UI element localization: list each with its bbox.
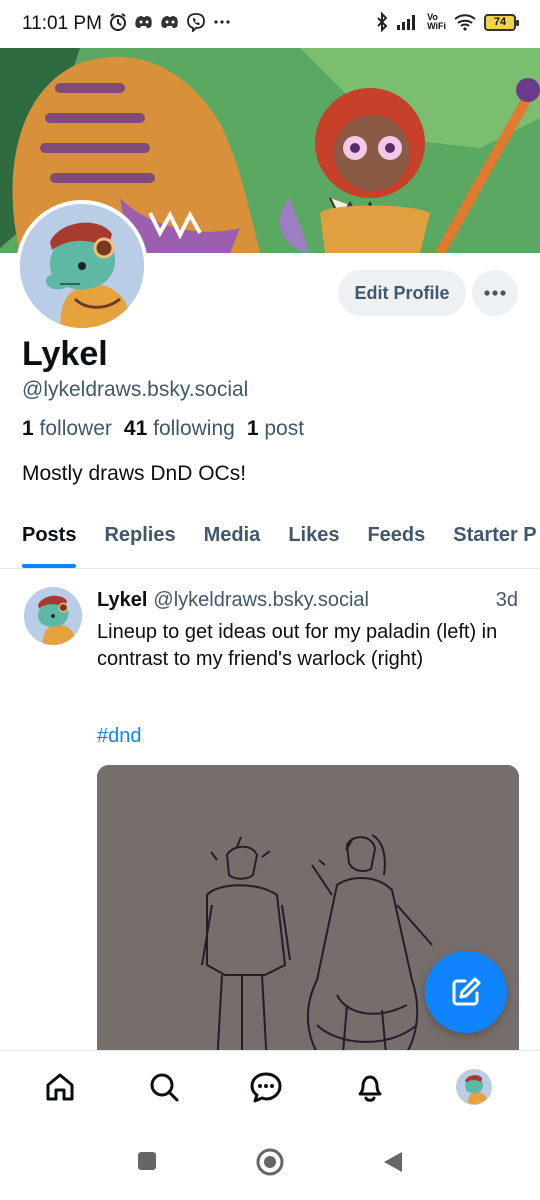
discord-icon — [161, 16, 178, 28]
notifications-icon — [358, 1075, 382, 1102]
status-left-icons — [108, 12, 232, 32]
tab-likes[interactable]: Likes — [274, 510, 353, 568]
post-author[interactable]: Lykel — [97, 589, 147, 611]
avatar-image — [24, 587, 82, 645]
nav-search[interactable] — [146, 1069, 182, 1105]
posts-label: post — [264, 417, 305, 440]
post-handle[interactable]: @lykeldraws.bsky.social — [153, 589, 369, 611]
bottom-navigation — [0, 1050, 540, 1127]
status-bar: 11:01 PM Vo WiFi 74 — [0, 0, 540, 48]
profile-bio: Mostly draws DnD OCs! — [22, 462, 247, 485]
wifi-icon — [454, 14, 476, 31]
home-icon — [46, 1073, 74, 1101]
post-timestamp[interactable]: 3d — [496, 589, 518, 612]
system-navigation — [0, 1126, 540, 1200]
following-count: 41 — [123, 417, 148, 440]
followers-label: follower — [39, 417, 112, 440]
avatar-image — [457, 1070, 491, 1104]
profile-tabs: Posts Replies Media Likes Feeds Starter … — [0, 510, 540, 569]
profile-avatar — [456, 1069, 492, 1105]
status-right-icons: Vo WiFi 74 — [375, 12, 519, 32]
tab-replies[interactable]: Replies — [90, 510, 189, 568]
compose-button[interactable] — [425, 951, 507, 1033]
bluetooth-icon — [377, 12, 388, 32]
nav-home[interactable] — [42, 1069, 78, 1105]
display-name: Lykel — [22, 335, 108, 373]
vowifi-icon: Vo WiFi — [427, 12, 446, 31]
discord-icon — [135, 16, 152, 28]
avatar-image — [20, 204, 144, 328]
followers-link[interactable]: 1 follower — [22, 417, 112, 441]
search-icon — [150, 1073, 179, 1102]
back-button[interactable] — [382, 1150, 404, 1174]
nav-profile[interactable] — [456, 1069, 492, 1105]
post-hashtag[interactable]: #dnd — [97, 725, 142, 748]
post-avatar[interactable] — [24, 587, 82, 645]
compose-icon — [452, 977, 481, 1006]
profile-avatar[interactable] — [16, 200, 148, 332]
alarm-icon — [110, 13, 126, 31]
followers-count: 1 — [22, 417, 34, 440]
following-link[interactable]: 41 following — [124, 417, 235, 441]
viber-icon — [187, 13, 205, 32]
recents-button[interactable] — [136, 1150, 158, 1172]
posts-stat: 1 post — [247, 417, 304, 441]
chat-icon — [250, 1072, 282, 1103]
tab-posts[interactable]: Posts — [0, 510, 90, 568]
post-text: Lineup to get ideas out for my paladin (… — [97, 621, 498, 670]
edit-profile-button[interactable]: Edit Profile — [338, 270, 466, 316]
nav-chat[interactable] — [248, 1069, 284, 1105]
tab-media[interactable]: Media — [190, 510, 275, 568]
tab-feeds[interactable]: Feeds — [353, 510, 439, 568]
more-options-button[interactable] — [472, 270, 518, 316]
posts-count: 1 — [246, 417, 259, 440]
following-label: following — [153, 417, 235, 440]
post-header: Lykel @lykeldraws.bsky.social — [97, 589, 369, 612]
home-button[interactable] — [256, 1148, 284, 1176]
profile-stats: 1 follower 41 following 1 post — [22, 417, 304, 441]
more-dots-icon — [214, 20, 230, 24]
signal-icon — [397, 15, 416, 30]
profile-handle: @lykeldraws.bsky.social — [22, 378, 249, 401]
battery-icon: 74 — [484, 13, 519, 31]
tab-starter-packs[interactable]: Starter P — [439, 510, 540, 568]
nav-notifications[interactable] — [352, 1069, 388, 1105]
status-time: 11:01 PM — [22, 13, 102, 34]
more-horizontal-icon — [484, 290, 506, 296]
